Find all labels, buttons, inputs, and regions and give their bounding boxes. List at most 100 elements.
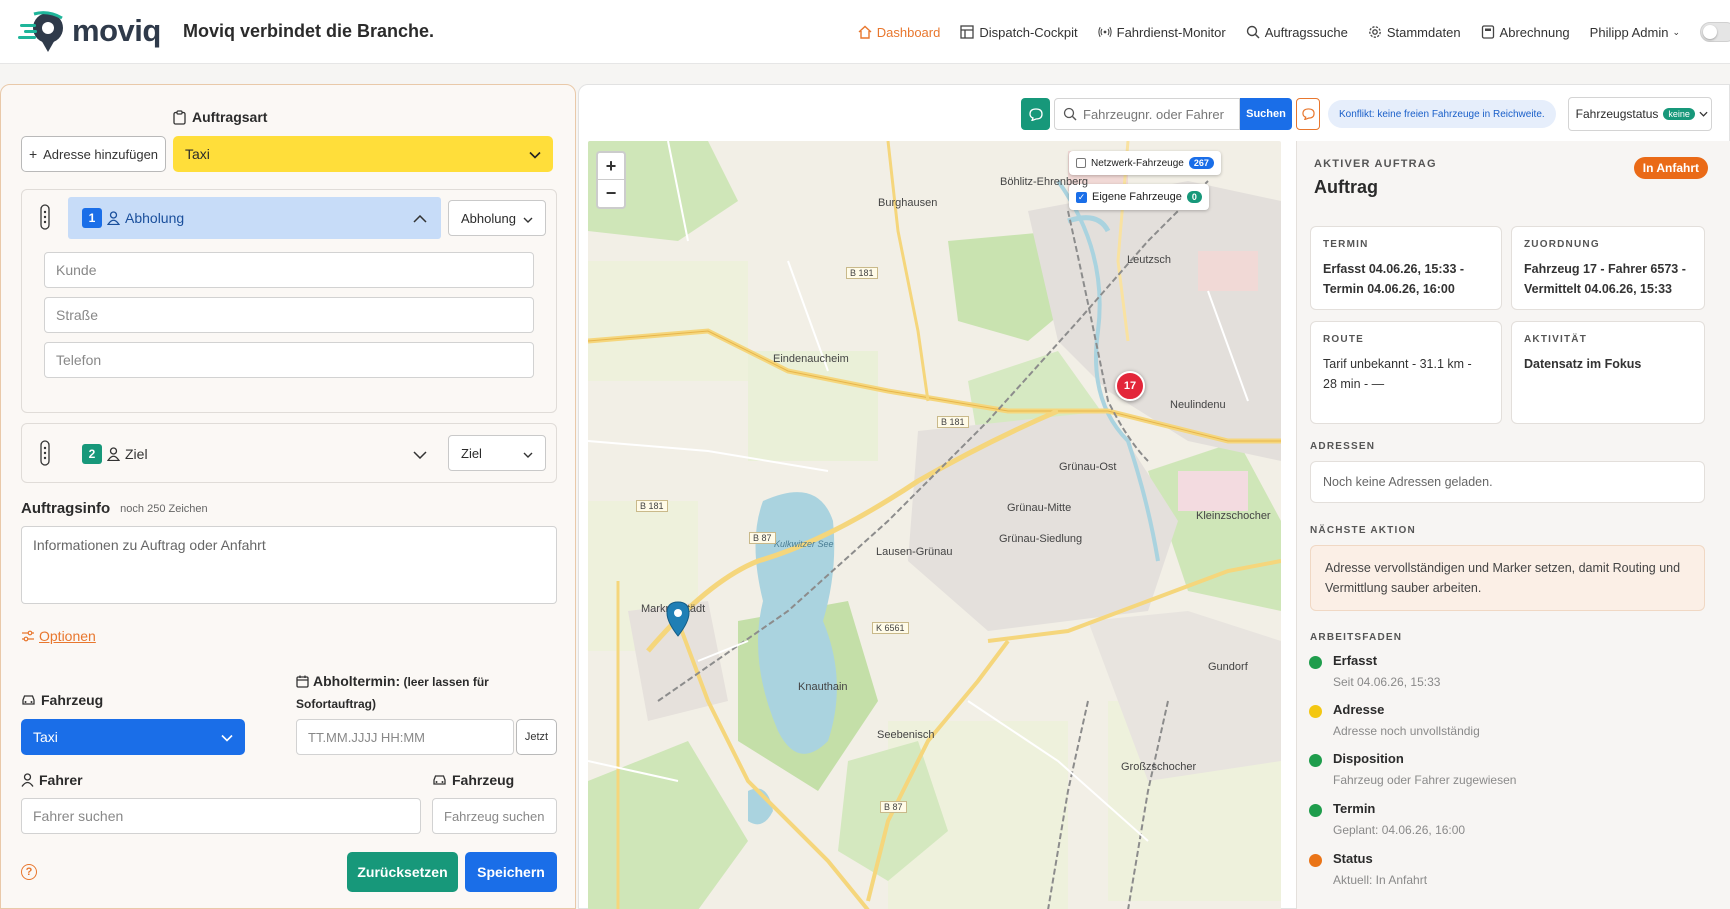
zoom-in-button[interactable]: + [598, 153, 624, 180]
stop-header-abholung[interactable]: 1 Abholung [68, 197, 441, 239]
nav-dashboard[interactable]: Dashboard [858, 24, 941, 40]
message-button[interactable] [1296, 98, 1320, 130]
map-view[interactable]: + − Netzwerk-Fahrzeuge 267 ✓ Eigene Fahr… [588, 141, 1281, 909]
checkbox-checked[interactable]: ✓ [1076, 191, 1087, 203]
zoom-out-button[interactable]: − [598, 180, 624, 207]
reset-button[interactable]: Zurücksetzen [347, 852, 458, 892]
grid-icon [960, 25, 975, 39]
step-title: Termin [1333, 801, 1376, 816]
map-panel: Fahrzeugnr. oder Fahrer Suchen Konflikt:… [578, 84, 1730, 909]
naechste-aktion-caption: NÄCHSTE AKTION [1310, 525, 1416, 536]
step-disposition: Disposition Fahrzeug oder Fahrer zugewies… [1309, 751, 1516, 787]
fahrzeugstatus-select[interactable]: Fahrzeugstatus keine [1567, 97, 1712, 131]
kunde-input[interactable]: Kunde [44, 252, 534, 288]
status-dot [1309, 656, 1322, 669]
vehicle-marker-label: 17 [1123, 380, 1137, 392]
auftragsinfo-label: Auftragsinfo [21, 500, 111, 517]
telefon-placeholder: Telefon [56, 352, 102, 368]
nav-dispatch-cockpit[interactable]: Dispatch-Cockpit [960, 24, 1078, 40]
layer-eigene-fahrzeuge[interactable]: ✓ Eigene Fahrzeuge 0 [1069, 184, 1209, 210]
nav-dispatch-label: Dispatch-Cockpit [979, 24, 1078, 40]
fahrer-heading: Fahrer [21, 772, 83, 788]
calendar-icon [296, 674, 309, 694]
save-button[interactable]: Speichern [465, 852, 557, 892]
user-name: Philipp Admin [1589, 24, 1669, 40]
auftragsinfo-textarea[interactable]: Informationen zu Auftrag oder Anfahrt [21, 526, 557, 604]
fahrer-search-input[interactable]: Fahrer suchen [21, 798, 421, 834]
drag-handle-icon[interactable] [39, 440, 51, 466]
jetzt-button[interactable]: Jetzt [516, 719, 557, 755]
map-place-label: Eindenaucheim [773, 353, 849, 365]
chevron-up-icon[interactable] [413, 211, 427, 226]
chat-button[interactable] [1021, 98, 1050, 130]
nav-abrechnung[interactable]: Abrechnung [1481, 25, 1570, 40]
fahrzeug-search-label: Fahrzeug [452, 772, 515, 788]
fahrzeug-search-heading: Fahrzeug [432, 772, 514, 788]
arbeitsfaden-caption: ARBEITSFADEN [1310, 632, 1403, 643]
logo[interactable]: moviq [18, 8, 161, 54]
abholtermin-label: Abholtermin: [313, 673, 401, 689]
adressen-caption: ADRESSEN [1310, 441, 1376, 452]
card-caption: AKTIVITÄT [1524, 334, 1588, 345]
home-icon [858, 25, 872, 39]
vehicle-search-button[interactable]: Suchen [1240, 98, 1292, 130]
auftragsart-label: Auftragsart [192, 109, 268, 125]
card-value: Erfasst 04.06.26, 15:33 - Termin 04.06.2… [1323, 262, 1465, 296]
abholtermin-input[interactable]: TT.MM.JJJJ HH:MM [296, 719, 514, 755]
theme-toggle[interactable] [1700, 22, 1730, 42]
map-place-label: Kleinzschocher [1196, 510, 1271, 522]
card-termin: TERMIN Erfasst 04.06.26, 15:33 - Termin … [1310, 226, 1502, 310]
map-place-label: Kulkwitzer See [774, 539, 834, 549]
strasse-input[interactable]: Straße [44, 297, 534, 333]
drag-handle-icon[interactable] [39, 204, 51, 230]
layer-netzwerk-fahrzeuge[interactable]: Netzwerk-Fahrzeuge 267 [1069, 151, 1221, 175]
vehicle-marker[interactable]: 17 [1115, 371, 1145, 401]
chevron-down-icon [1699, 111, 1708, 117]
road-label: B 87 [880, 801, 907, 813]
card-value: Fahrzeug 17 - Fahrer 6573 - Vermittelt 0… [1524, 262, 1686, 296]
map-tiles [588, 141, 1281, 909]
nav-auftragssuche[interactable]: Auftragssuche [1246, 25, 1348, 40]
fahrzeugstatus-badge: keine [1663, 108, 1695, 120]
stop-type-select[interactable]: Abholung [448, 200, 546, 236]
user-menu[interactable]: Philipp Admin ⌄ [1590, 25, 1680, 40]
optionen-link[interactable]: Optionen [21, 628, 96, 644]
card-aktivitaet: AKTIVITÄT Datensatz im Fokus [1511, 321, 1705, 424]
stop-card-ziel: 2 Ziel Ziel [21, 423, 557, 483]
road-label: B 87 [749, 532, 776, 544]
status-dot [1309, 854, 1322, 867]
conflict-text: Konflikt: keine freien Fahrzeuge in Reic… [1339, 108, 1545, 120]
telefon-input[interactable]: Telefon [44, 342, 534, 378]
checkbox-unchecked[interactable] [1076, 158, 1086, 168]
status-dot [1309, 804, 1322, 817]
road-label: B 181 [846, 267, 878, 279]
stop-header-ziel[interactable]: 2 Ziel [68, 433, 441, 475]
chat-icon [1028, 107, 1043, 121]
map-place-label: Grünau-Siedlung [999, 533, 1083, 545]
nav-stammdaten[interactable]: Stammdaten [1368, 25, 1461, 40]
location-pin-icon[interactable] [666, 601, 690, 640]
nav-dashboard-label: Dashboard [876, 24, 941, 40]
layer-count: 0 [1186, 191, 1202, 203]
vehicle-search-input[interactable]: Fahrzeugnr. oder Fahrer [1054, 98, 1240, 130]
calculator-icon [1481, 25, 1495, 39]
fahrzeug-select[interactable]: Taxi [21, 719, 245, 755]
sliders-icon [21, 630, 35, 642]
plus-icon: + [28, 146, 38, 162]
abholtermin-heading: Abholtermin: (leer lassen für Sofortauft… [296, 671, 556, 714]
broadcast-icon [1097, 25, 1112, 39]
step-status: Status Aktuell: In Anfahrt [1309, 851, 1427, 887]
help-icon[interactable]: ? [21, 864, 37, 880]
fahrzeug-search-input[interactable]: Fahrzeug suchen [432, 798, 557, 834]
auftragsart-select[interactable]: Taxi [173, 136, 553, 172]
card-value: Datensatz im Fokus [1524, 357, 1642, 371]
status-dot [1309, 705, 1322, 718]
person-icon [107, 211, 120, 225]
card-caption: TERMIN [1323, 239, 1369, 250]
chevron-down-icon[interactable] [413, 447, 427, 462]
stop-type-select[interactable]: Ziel [448, 435, 546, 471]
add-address-button[interactable]: + Adresse hinzufügen [21, 136, 166, 172]
nav-monitor-label: Fahrdienst-Monitor [1116, 24, 1226, 40]
fahrer-label: Fahrer [39, 772, 83, 788]
nav-fahrdienst-monitor[interactable]: Fahrdienst-Monitor [1097, 24, 1226, 40]
